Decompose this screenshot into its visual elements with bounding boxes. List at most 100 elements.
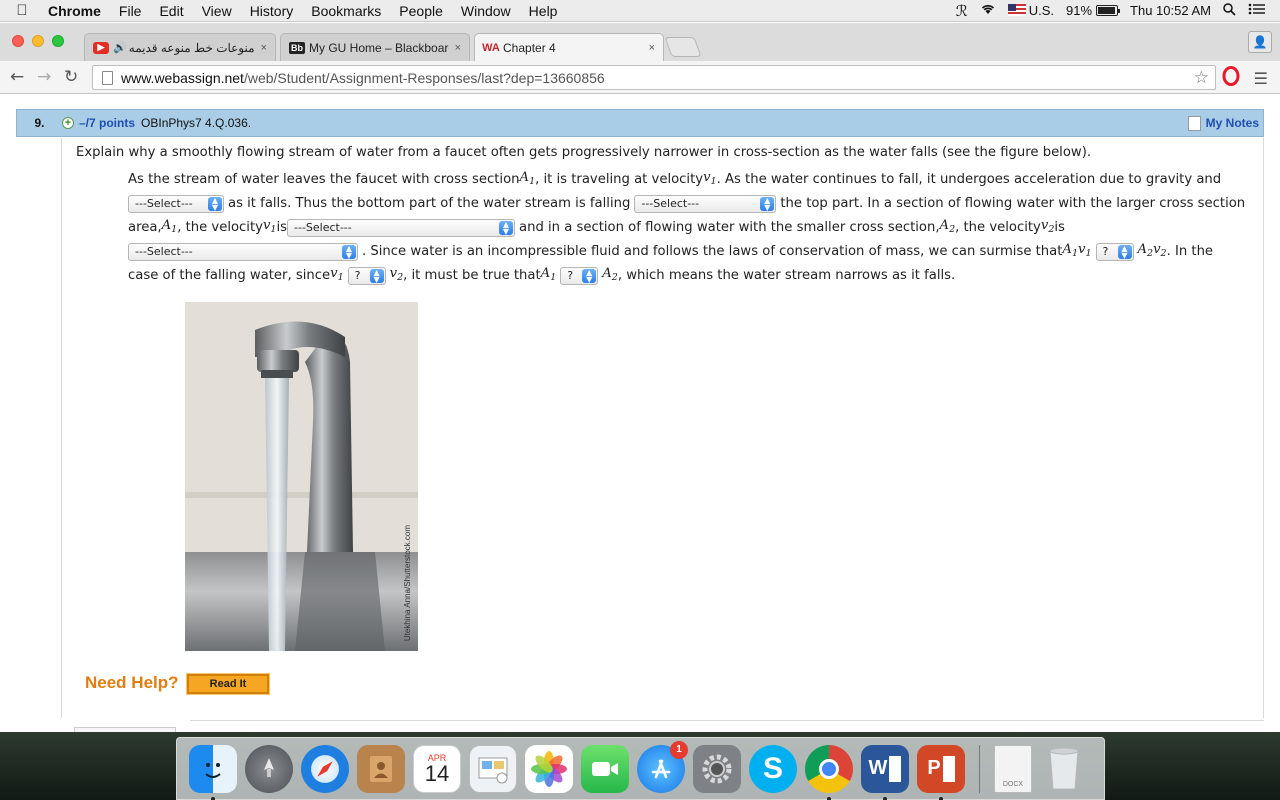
menu-history[interactable]: History: [241, 3, 303, 19]
tab-blackboard[interactable]: Bb My GU Home – Blackboard ×: [280, 33, 470, 61]
opera-extension-icon[interactable]: [1222, 66, 1240, 90]
audio-playing-icon[interactable]: 🔊: [113, 41, 127, 54]
var-a1: A1: [540, 266, 557, 283]
microsoft-powerpoint-icon[interactable]: P: [917, 744, 965, 800]
webassign-icon: WA: [482, 41, 500, 54]
question-number: 9.: [34, 116, 45, 130]
address-bar[interactable]: www.webassign.net /web/Student/Assignmen…: [92, 65, 1216, 90]
var-v1: v1: [262, 218, 277, 235]
text-segment: . As the water continues to fall, it und…: [716, 172, 1222, 187]
running-indicator: [827, 796, 831, 800]
tab-close-icon[interactable]: ×: [455, 42, 461, 54]
reload-icon[interactable]: ↻: [64, 67, 78, 87]
menu-people[interactable]: People: [390, 3, 452, 19]
script-editor-icon[interactable]: ℛ: [956, 2, 968, 20]
menu-window[interactable]: Window: [452, 3, 520, 19]
select-bottom-vs-top-speed[interactable]: ---Select--- ▲ ▼: [634, 195, 777, 213]
text-segment: is: [1054, 220, 1065, 235]
text-segment: As the stream of water leaves the faucet…: [128, 172, 520, 187]
menu-bookmarks[interactable]: Bookmarks: [302, 3, 390, 19]
menu-view[interactable]: View: [193, 3, 241, 19]
dock-separator: [979, 744, 980, 793]
battery-status[interactable]: 91%: [1066, 3, 1121, 18]
body-line-4: ---Select--- ▲ ▼ . Since water is an incom…: [128, 240, 1248, 264]
skype-icon[interactable]: S: [749, 744, 797, 793]
notification-center-icon[interactable]: [1248, 3, 1266, 18]
docx-file-icon[interactable]: DOCX: [994, 744, 1032, 793]
running-indicator: [211, 796, 215, 800]
chrome-menu-icon[interactable]: ☰: [1254, 69, 1268, 88]
preview-icon[interactable]: [469, 744, 517, 793]
apple-menu-icon[interactable]: : [0, 2, 44, 19]
tab-label: منوعات خط منوعه قديمه جديدة -: [128, 40, 255, 55]
tab-label: Chapter 4: [503, 40, 556, 55]
tab-youtube[interactable]: ▶ 🔊 منوعات خط منوعه قديمه جديدة - ×: [84, 33, 276, 61]
calendar-icon[interactable]: APR 14: [413, 744, 461, 793]
safari-icon[interactable]: [301, 744, 349, 793]
note-icon: [1187, 115, 1201, 131]
running-indicator: [883, 796, 887, 800]
select-acceleration-effect[interactable]: ---Select--- ▲ ▼: [128, 195, 224, 213]
tab-strip: ▶ 🔊 منوعات خط منوعه قديمه جديدة - × Bb M…: [0, 23, 1280, 61]
contacts-icon[interactable]: [357, 744, 405, 793]
question-header: 9. + –/7 points OBInPhys7 4.Q.036. My No…: [16, 109, 1264, 137]
launchpad-icon[interactable]: [245, 744, 293, 793]
webassign-page: 9. + –/7 points OBInPhys7 4.Q.036. My No…: [0, 95, 1280, 732]
system-preferences-icon[interactable]: [693, 744, 741, 793]
question-points-link[interactable]: –/7 points: [79, 116, 135, 130]
window-close-button[interactable]: [12, 35, 24, 47]
body-line-2: ---Select--- ▲ ▼ as it falls. Thus the bot…: [128, 192, 1248, 216]
var-v2: v2: [389, 266, 404, 283]
tab-chapter-4[interactable]: WA Chapter 4 ×: [474, 33, 664, 61]
select-compare-a1-a2[interactable]: ? ▲ ▼: [560, 267, 599, 285]
app-store-badge: 1: [670, 740, 688, 759]
page-info-icon[interactable]: [102, 70, 113, 85]
tab-close-icon[interactable]: ×: [649, 42, 655, 54]
expand-plus-icon[interactable]: +: [62, 117, 74, 129]
my-notes-button[interactable]: My Notes: [1187, 115, 1259, 131]
menu-edit[interactable]: Edit: [150, 3, 192, 19]
question-frame-left: [61, 138, 62, 718]
select-velocity-v1[interactable]: ---Select--- ▲ ▼: [287, 219, 515, 237]
text-segment: , it is traveling at velocity: [535, 172, 704, 187]
question-id: OBInPhys7 4.Q.036.: [141, 116, 252, 130]
select-compare-v1-v2[interactable]: ? ▲ ▼: [347, 267, 386, 285]
menu-help[interactable]: Help: [520, 3, 567, 19]
faucet-illustration: [185, 302, 418, 651]
select-compare-a1v1-a2v2[interactable]: ? ▲ ▼: [1095, 243, 1134, 261]
back-arrow-icon[interactable]: ←: [10, 67, 24, 87]
select-arrow-icon: ▲ ▼: [582, 269, 597, 284]
facetime-icon[interactable]: [581, 744, 629, 793]
us-flag-icon: [1007, 4, 1026, 16]
new-tab-button[interactable]: [664, 37, 702, 57]
text-segment: , it must be true that: [403, 268, 541, 283]
finder-icon[interactable]: [189, 744, 237, 800]
microsoft-word-icon[interactable]: W: [861, 744, 909, 800]
file-type-label: DOCX: [1002, 780, 1024, 788]
menu-file[interactable]: File: [110, 3, 151, 19]
select-arrow-icon: ▲ ▼: [1117, 245, 1132, 260]
app-store-icon[interactable]: 1: [637, 740, 688, 793]
window-minimize-button[interactable]: [32, 35, 44, 47]
text-segment: . Since water is an incompressible fluid…: [362, 244, 1063, 259]
dock: APR 14 1 S W P DOCX: [176, 737, 1105, 800]
profile-avatar-icon[interactable]: 👤: [1248, 31, 1272, 53]
select-arrow-icon: ▲ ▼: [369, 269, 384, 284]
text-segment: is: [276, 220, 287, 235]
read-it-button[interactable]: Read It: [186, 673, 270, 695]
menu-app-chrome[interactable]: Chrome: [44, 3, 110, 19]
input-source-menu[interactable]: U.S.: [1007, 3, 1054, 18]
wifi-icon[interactable]: [980, 3, 996, 18]
spotlight-search-icon[interactable]: [1223, 2, 1236, 19]
tab-close-icon[interactable]: ×: [261, 42, 267, 54]
var-a2v2: A2v2: [1137, 242, 1167, 259]
clock[interactable]: Thu 10:52 AM: [1130, 3, 1211, 18]
window-zoom-button[interactable]: [52, 35, 64, 47]
chrome-icon[interactable]: [805, 744, 853, 800]
select-arrow-icon: ▲ ▼: [208, 197, 222, 212]
select-velocity-v2[interactable]: ---Select--- ▲ ▼: [128, 243, 358, 261]
forward-arrow-icon[interactable]: →: [37, 67, 51, 87]
photos-icon[interactable]: [525, 744, 573, 793]
bookmark-star-icon[interactable]: ☆: [1194, 68, 1209, 88]
trash-icon[interactable]: [1040, 745, 1088, 793]
